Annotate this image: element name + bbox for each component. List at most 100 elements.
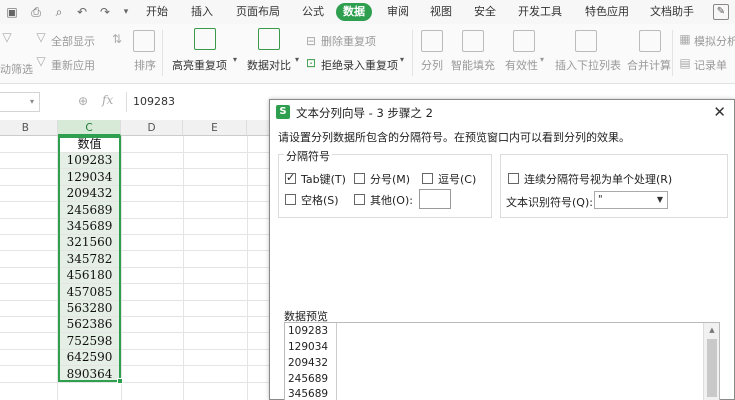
consecutive-label[interactable]: 连续分隔符号视为单个处理(R) [524, 171, 672, 187]
split-button[interactable]: 分列 [421, 57, 443, 73]
chevron-down-icon[interactable]: ▼ [657, 192, 663, 208]
tab-review[interactable]: 审阅 [387, 3, 409, 21]
auto-filter-button[interactable]: 动筛选 [0, 61, 33, 77]
show-all-icon[interactable]: ▽ [34, 28, 48, 46]
reapply-button[interactable]: 重新应用 [51, 57, 95, 73]
preview-line: 129034 [288, 341, 329, 353]
record-icon[interactable]: ▤ [678, 54, 692, 72]
tab-security[interactable]: 安全 [474, 3, 496, 21]
grid-line [0, 185, 272, 186]
chevron-down-icon[interactable]: ▾ [233, 55, 237, 64]
save-icon[interactable]: ▣ [4, 4, 20, 20]
tab-checkbox[interactable] [285, 171, 296, 184]
reject-dup-button[interactable]: 拒绝录入重复项 [321, 57, 398, 73]
print-icon[interactable]: ⎙ [28, 4, 44, 20]
tab-home[interactable]: 开始 [146, 3, 168, 21]
preview-line: 109283 [288, 325, 329, 337]
preview-column: 109283 129034 209432 245689 345689 [285, 323, 337, 400]
tab-insert[interactable]: 插入 [191, 3, 213, 21]
highlight-dup-button[interactable]: 高亮重复项 [172, 57, 227, 73]
split-icon[interactable] [421, 30, 443, 52]
menu-bar: ▣ ⎙ ⌕ ↶ ↷ ▾ 开始 插入 页面布局 公式 数据 审阅 视图 安全 开发… [0, 0, 735, 24]
zoom-icon[interactable]: ⊕ [78, 94, 88, 108]
chevron-down-icon[interactable]: ▾ [30, 97, 34, 106]
dialog-description: 请设置分列数据所包含的分隔符号。在预览窗口内可以看到分列的效果。 [278, 131, 630, 144]
semicolon-label[interactable]: 分号(M) [370, 171, 410, 187]
tab-label[interactable]: Tab键(T) [301, 171, 346, 187]
simulate-icon[interactable]: ▦ [678, 30, 692, 48]
ribbon-divider [162, 30, 163, 76]
highlight-dup-icon[interactable] [194, 28, 216, 50]
insert-dropdown-icon[interactable] [575, 30, 597, 52]
data-compare-icon[interactable] [258, 28, 280, 50]
record-button[interactable]: 记录单 [694, 57, 727, 73]
close-icon[interactable]: ✕ [713, 103, 726, 121]
chevron-down-icon[interactable]: ▾ [400, 55, 404, 64]
tab-data[interactable]: 数据 [336, 3, 372, 21]
validity-icon[interactable] [513, 30, 535, 52]
column-header-d[interactable]: D [121, 120, 183, 136]
show-all-button[interactable]: 全部显示 [51, 33, 95, 49]
fill-handle[interactable] [117, 378, 123, 384]
sort-icon[interactable] [133, 30, 155, 52]
data-preview[interactable]: 109283 129034 209432 245689 345689 ▲ [284, 322, 720, 400]
scrollbar-thumb[interactable] [707, 339, 717, 397]
undo-icon[interactable]: ↶ [74, 4, 90, 20]
dialog-title-bar[interactable]: S 文本分列向导 - 3 步骤之 2 ✕ [270, 100, 734, 124]
tab-doc-assistant[interactable]: 文档助手 [650, 3, 694, 21]
tab-view[interactable]: 视图 [430, 3, 452, 21]
grid-line [0, 168, 272, 169]
remove-dup-icon[interactable]: ⊟ [304, 32, 318, 50]
scroll-up-icon[interactable]: ▲ [704, 323, 720, 337]
other-checkbox[interactable] [354, 194, 365, 205]
more-icon[interactable]: ✎ [713, 4, 729, 20]
reject-dup-icon[interactable]: ⊡ [304, 54, 318, 72]
validity-button[interactable]: 有效性 [505, 57, 538, 73]
preview-scrollbar[interactable]: ▲ [703, 323, 719, 400]
remove-dup-button[interactable]: 删除重复项 [321, 33, 376, 49]
preview-line: 209432 [288, 357, 329, 369]
sort-asc-icon[interactable]: ⇅ [110, 30, 124, 48]
wps-logo-icon: S [276, 105, 290, 119]
insert-dropdown-button[interactable]: 插入下拉列表 [555, 57, 621, 73]
dropdown-icon[interactable]: ▾ [118, 4, 134, 20]
filter-icon[interactable]: ▽ [0, 28, 14, 46]
qualifier-select[interactable]: " ▼ [594, 191, 668, 209]
preview-icon[interactable]: ⌕ [51, 4, 67, 20]
merge-calc-icon[interactable] [639, 30, 661, 52]
simulate-button[interactable]: 模拟分析 [694, 33, 735, 49]
column-header-b[interactable]: B [0, 120, 58, 136]
grid-line [0, 234, 272, 235]
ribbon-divider [672, 30, 673, 76]
redo-icon[interactable]: ↷ [97, 4, 113, 20]
chevron-down-icon[interactable]: ▾ [295, 55, 299, 64]
semicolon-checkbox[interactable] [354, 173, 365, 184]
name-box[interactable]: ▾ [0, 92, 40, 112]
smart-fill-button[interactable]: 智能填充 [451, 57, 495, 73]
consecutive-checkbox[interactable] [508, 173, 519, 184]
column-header-e[interactable]: E [183, 120, 247, 136]
formula-input[interactable]: 109283 [126, 92, 276, 112]
space-checkbox[interactable] [285, 194, 296, 205]
tab-formulas[interactable]: 公式 [302, 3, 324, 21]
selection-border [58, 136, 121, 382]
tab-special[interactable]: 特色应用 [585, 3, 629, 21]
comma-checkbox[interactable] [422, 173, 433, 184]
column-header-c[interactable]: C [58, 120, 121, 136]
merge-calc-button[interactable]: 合并计算 [627, 57, 671, 73]
chevron-down-icon[interactable]: ▾ [540, 55, 544, 64]
grid-line [247, 136, 248, 400]
tab-page-layout[interactable]: 页面布局 [236, 3, 280, 21]
spreadsheet-grid[interactable]: B C D E 数值 109283 129034 209432 245689 3… [0, 120, 272, 400]
space-label[interactable]: 空格(S) [301, 192, 339, 208]
fx-icon[interactable]: fx [102, 93, 113, 107]
tab-developer[interactable]: 开发工具 [518, 3, 562, 21]
other-delimiter-input[interactable] [419, 189, 451, 209]
delimiters-group-title: 分隔符号 [284, 148, 332, 164]
reapply-icon[interactable]: ▽ [34, 52, 48, 70]
comma-label[interactable]: 逗号(C) [438, 171, 476, 187]
data-compare-button[interactable]: 数据对比 [247, 57, 291, 73]
sort-button[interactable]: 排序 [134, 57, 156, 73]
other-label[interactable]: 其他(O): [370, 192, 413, 208]
smart-fill-icon[interactable] [462, 30, 484, 52]
